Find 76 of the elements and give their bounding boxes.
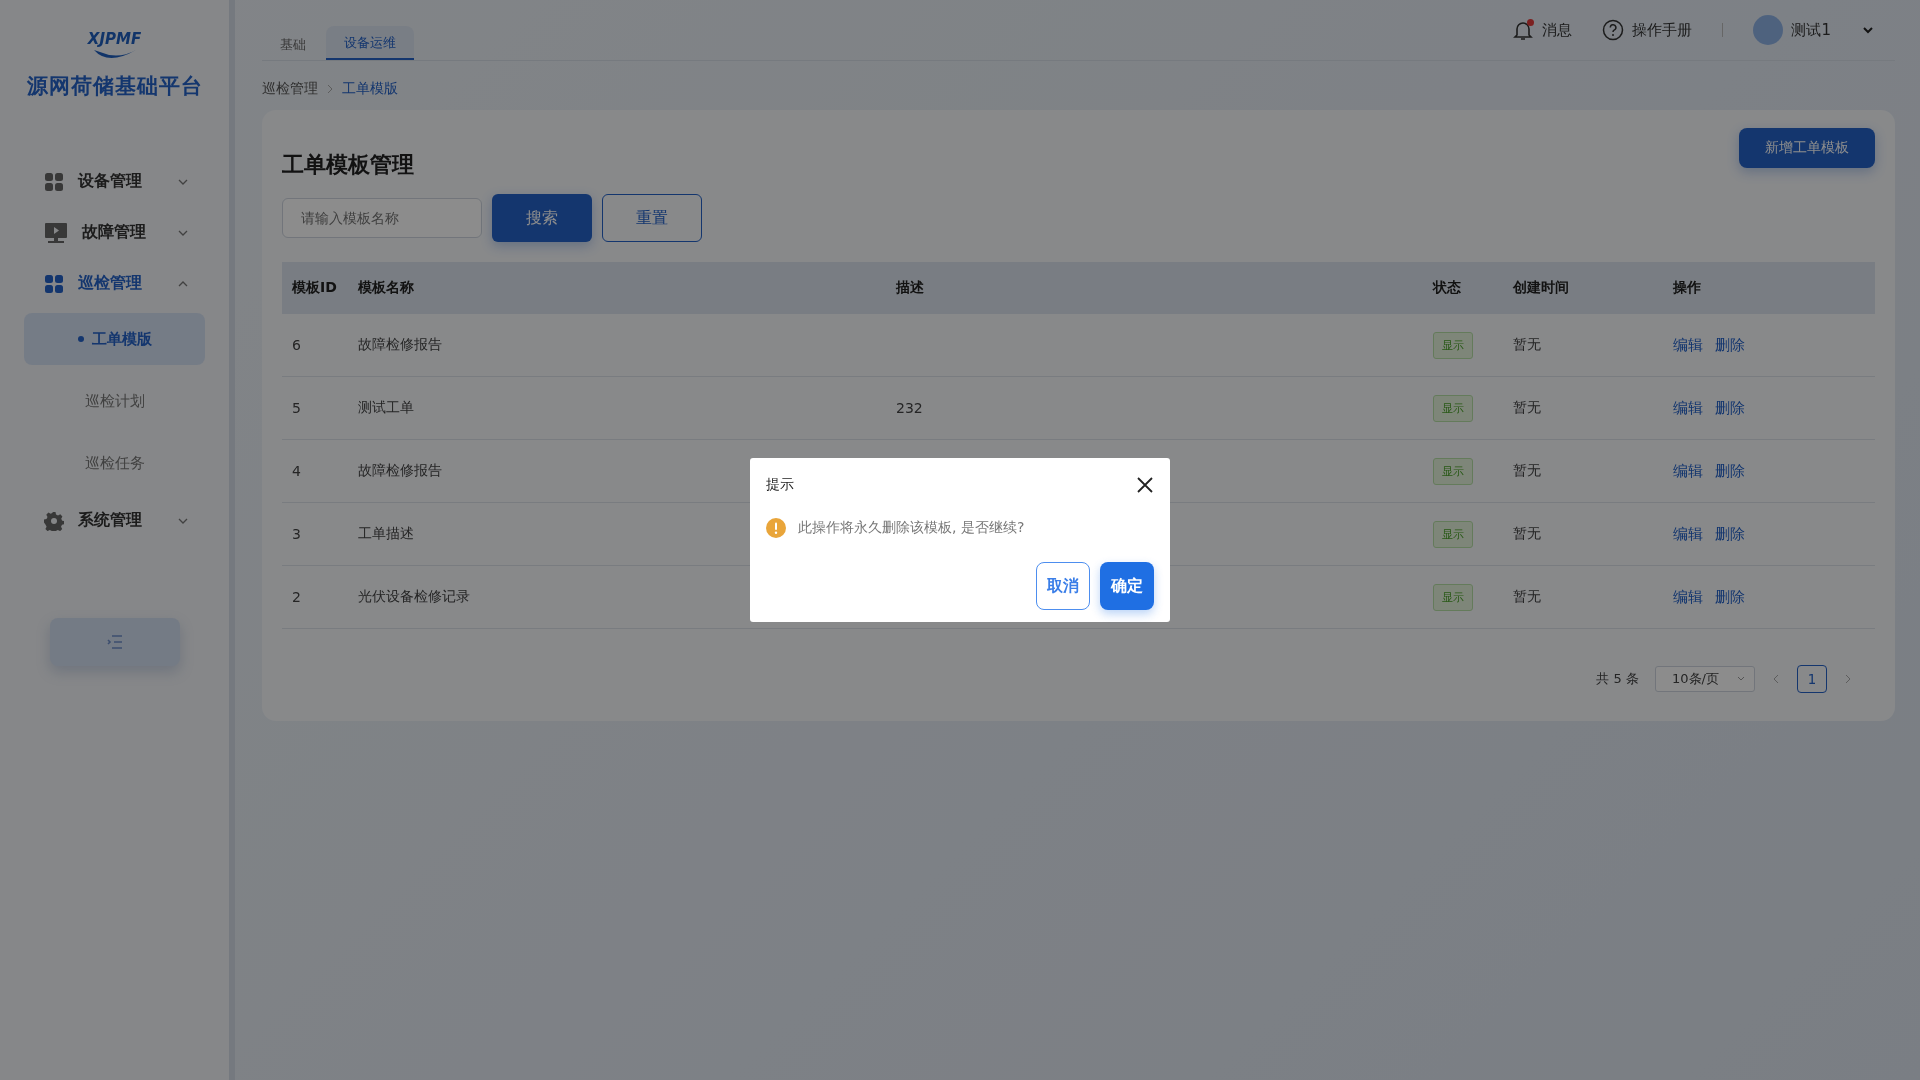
tab[interactable]: 基础	[262, 28, 324, 60]
manual-link[interactable]: 操作手册	[1602, 19, 1693, 41]
previous-page-icon[interactable]	[1771, 673, 1781, 685]
action-link[interactable]: 删除	[1715, 524, 1745, 543]
table-cell: 暂无	[1503, 502, 1663, 566]
action-link[interactable]: 删除	[1715, 398, 1745, 417]
table-cell: 5	[282, 376, 348, 440]
submenu-item[interactable]: 工单模版	[24, 313, 205, 365]
table-cell: 6	[282, 314, 348, 377]
page-size-select[interactable]: 10条/页	[1655, 666, 1755, 692]
column-header: 模板名称	[348, 262, 886, 314]
menu-icon	[106, 635, 123, 649]
table-cell: 232	[896, 400, 923, 416]
messages-link[interactable]: 消息	[1512, 19, 1573, 41]
monitor-icon	[44, 221, 68, 244]
status-tag: 显示	[1433, 520, 1473, 548]
warning-icon	[766, 518, 786, 538]
column-header: 模板ID	[282, 262, 348, 314]
action-link[interactable]: 删除	[1715, 335, 1745, 354]
action-link[interactable]: 删除	[1715, 461, 1745, 480]
action-link[interactable]: 删除	[1715, 587, 1745, 606]
page-button[interactable]: 1	[1797, 665, 1827, 693]
menu-item[interactable]: 故障管理	[0, 207, 229, 258]
action-link[interactable]: 编辑	[1673, 461, 1703, 480]
avatar-icon	[1753, 15, 1784, 45]
confirm-button[interactable]: 确定	[1100, 562, 1154, 610]
status-tag: 显示	[1433, 583, 1473, 611]
next-page-icon[interactable]	[1843, 673, 1853, 685]
bell-icon	[1512, 19, 1535, 41]
search-field[interactable]: 请输入模板名称	[282, 198, 482, 238]
grid-icon	[44, 273, 64, 294]
table-cell: 暂无	[1503, 565, 1663, 629]
submenu-item[interactable]: 巡检任务	[24, 437, 205, 489]
status-tag: 显示	[1433, 394, 1473, 422]
action-link[interactable]: 编辑	[1673, 398, 1703, 417]
status-tag: 显示	[1433, 457, 1473, 485]
action-link[interactable]: 编辑	[1673, 335, 1703, 354]
column-header: 创建时间	[1503, 262, 1663, 314]
column-header: 状态	[1423, 262, 1503, 314]
action-link[interactable]: 编辑	[1673, 524, 1703, 543]
tab[interactable]: 设备运维	[326, 26, 414, 60]
table-cell: 暂无	[1503, 314, 1663, 377]
table-cell: 故障检修报告	[348, 314, 886, 377]
column-header: 操作	[1663, 262, 1875, 314]
app-title: 源网荷储基础平台	[26, 73, 203, 100]
table-cell: 测试工单	[348, 376, 886, 440]
page-title: 工单模板管理	[282, 151, 414, 179]
add-template-button[interactable]: 新增工单模板	[1739, 128, 1875, 168]
help-icon	[1602, 19, 1625, 41]
table-cell: 2	[282, 565, 348, 629]
status-tag: 显示	[1433, 331, 1473, 359]
breadcrumb-item[interactable]: 工单模版	[342, 80, 398, 98]
breadcrumb-item[interactable]: 巡检管理	[262, 80, 318, 98]
submenu-item[interactable]: 巡检计划	[24, 375, 205, 427]
logo-text: XJPMF	[87, 30, 142, 48]
grid-icon	[44, 171, 64, 192]
collapse-button[interactable]	[49, 618, 180, 666]
settings-icon	[44, 510, 64, 531]
dialog-title: 提示	[766, 476, 794, 494]
search-button[interactable]: 搜索	[492, 194, 592, 242]
table-cell: 暂无	[1503, 439, 1663, 503]
chevron-icon	[326, 84, 334, 94]
table-cell: 4	[282, 439, 348, 503]
menu-item[interactable]: 设备管理	[0, 156, 229, 207]
cancel-button[interactable]: 取消	[1036, 562, 1090, 610]
table-cell: 暂无	[1503, 376, 1663, 440]
table-cell: 3	[282, 502, 348, 566]
close-button[interactable]	[1136, 476, 1154, 494]
user-menu[interactable]: 测试1	[1753, 15, 1875, 45]
action-link[interactable]: 编辑	[1673, 587, 1703, 606]
close-icon	[1136, 476, 1154, 494]
column-header: 描述	[886, 262, 1423, 314]
total-count: 共 5 条	[1596, 670, 1639, 688]
reset-button[interactable]: 重置	[602, 194, 702, 242]
menu-item[interactable]: 系统管理	[0, 495, 229, 546]
menu-item[interactable]: 巡检管理	[0, 258, 229, 309]
